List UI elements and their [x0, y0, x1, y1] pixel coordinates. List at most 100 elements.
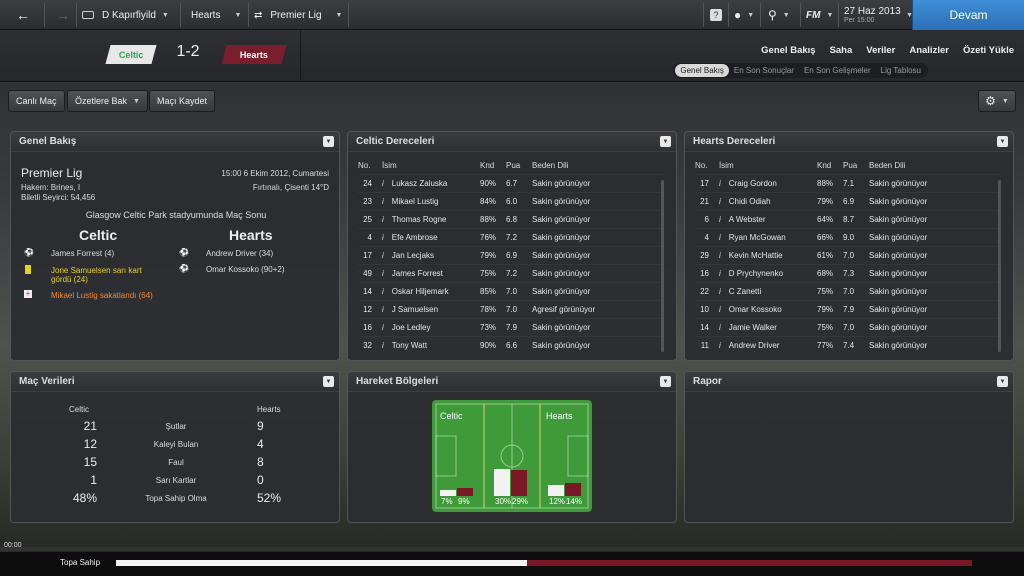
date-display[interactable]: 27 Haz 2013 Per 15:00 — [844, 0, 901, 30]
breadcrumb-competition[interactable]: ⇄ Premier Lig ▼ — [254, 0, 342, 30]
info-icon[interactable]: i — [719, 323, 721, 332]
nav-overview[interactable]: Genel Bakış — [761, 45, 815, 56]
breadcrumb-club[interactable]: D Kapırfiyild ▼ — [82, 0, 169, 30]
chevron-down-icon: ▼ — [1001, 97, 1009, 105]
table-row[interactable]: 32 i Tony Watt 90% 6.6 Sakin görünüyor — [358, 335, 664, 354]
info-icon[interactable]: i — [382, 269, 384, 278]
swap-icon: ⇄ — [254, 9, 263, 21]
info-icon[interactable]: i — [719, 233, 721, 242]
home-team-badge[interactable]: Celtic — [105, 45, 157, 64]
panel-menu-chevron-icon[interactable]: ▼ — [997, 136, 1008, 147]
table-row[interactable]: 25 i Thomas Rogne 88% 6.8 Sakin görünüyor — [358, 209, 664, 228]
table-row[interactable]: 23 i Mikael Lustig 84% 6.0 Sakin görünüyor — [358, 191, 664, 210]
info-icon[interactable]: i — [382, 251, 384, 260]
stat-home-value: 48% — [72, 491, 97, 505]
player-rating: 8.7 — [843, 209, 869, 228]
info-icon[interactable]: i — [719, 341, 721, 350]
subtab-latest-news[interactable]: En Son Gelişmeler — [799, 64, 876, 77]
info-icon[interactable]: i — [382, 323, 384, 332]
scrollbar[interactable] — [661, 180, 664, 352]
table-row[interactable]: 21 i Chidi Odiah 79% 6.9 Sakin görünüyor — [695, 191, 1001, 210]
table-row[interactable]: 22 i C Zanetti 75% 7.0 Sakin görünüyor — [695, 281, 1001, 300]
divider — [76, 3, 77, 27]
player-rating: 7.0 — [843, 317, 869, 336]
live-match-button[interactable]: Canlı Maç — [8, 90, 65, 112]
info-icon[interactable]: i — [719, 197, 721, 206]
info-icon[interactable]: i — [382, 287, 384, 296]
info-icon[interactable]: i — [719, 287, 721, 296]
subtab-latest-results[interactable]: En Son Sonuçlar — [729, 64, 799, 77]
player-rating: 6.9 — [506, 245, 532, 264]
possession-bar-home-fill — [116, 560, 527, 566]
info-icon[interactable]: i — [382, 305, 384, 314]
nav-analysis[interactable]: Analizler — [909, 45, 949, 56]
back-arrow-icon[interactable]: ← — [10, 0, 36, 30]
player-name: i D Prychynenko — [719, 263, 817, 282]
settings-button[interactable]: ⚙ ▼ — [978, 90, 1016, 112]
player-name-label: Omar Kossoko — [728, 304, 782, 314]
heatmap-away-team: Hearts — [546, 411, 573, 421]
table-row[interactable]: 17 i Jan Lecjaks 79% 6.9 Sakin görünüyor — [358, 245, 664, 264]
info-icon[interactable]: i — [382, 197, 384, 206]
continue-button[interactable]: Devam — [912, 0, 1024, 30]
info-icon[interactable]: i — [382, 341, 384, 350]
save-match-button[interactable]: Maçı Kaydet — [149, 90, 216, 112]
player-condition: 85% — [480, 281, 506, 300]
table-row[interactable]: 4 i Ryan McGowan 66% 9.0 Sakin görünüyor — [695, 227, 1001, 246]
table-row[interactable]: 24 i Lukasz Zaluska 90% 6.7 Sakin görünüyor — [358, 173, 664, 192]
info-icon[interactable]: i — [719, 305, 721, 314]
table-row[interactable]: 11 i Andrew Driver 77% 7.4 Sakin görünüyor — [695, 335, 1001, 354]
player-condition: 64% — [817, 209, 843, 228]
table-row[interactable]: 14 i Jamie Walker 75% 7.0 Sakin görünüyor — [695, 317, 1001, 336]
search-icon[interactable]: ⚲ ▼ — [768, 0, 790, 30]
match-timeline[interactable] — [0, 547, 1024, 551]
panel-menu-chevron-icon[interactable]: ▼ — [997, 376, 1008, 387]
player-name: i Oskar Hiljemark — [382, 281, 480, 300]
date-chevron-down-icon[interactable]: ▼ — [900, 0, 913, 30]
col-header: Beden Dili — [869, 161, 906, 171]
info-icon[interactable]: i — [382, 179, 384, 188]
table-row[interactable]: 16 i D Prychynenko 68% 7.3 Sakin görünüyor — [695, 263, 1001, 282]
player-number: 29 — [695, 245, 719, 264]
table-row[interactable]: 14 i Oskar Hiljemark 85% 7.0 Sakin görünüyor — [358, 281, 664, 300]
info-icon[interactable]: i — [719, 269, 721, 278]
panel-menu-chevron-icon[interactable]: ▼ — [323, 376, 334, 387]
player-number: 21 — [695, 191, 719, 210]
player-name: i Jan Lecjaks — [382, 245, 480, 264]
nav-stats[interactable]: Veriler — [866, 45, 895, 56]
table-row[interactable]: 4 i Efe Ambrose 76% 7.2 Sakin görünüyor — [358, 227, 664, 246]
breadcrumb-team[interactable]: Hearts ▼ — [191, 0, 241, 30]
info-icon[interactable]: i — [719, 179, 721, 188]
highlights-button[interactable]: Özetlere Bak ▼ — [67, 90, 148, 112]
table-row[interactable]: 49 i James Forrest 75% 7.2 Sakin görünüyor — [358, 263, 664, 282]
table-row[interactable]: 10 i Omar Kossoko 79% 7.9 Sakin görünüyor — [695, 299, 1001, 318]
panel-menu-chevron-icon[interactable]: ▼ — [323, 136, 334, 147]
bus-icon — [82, 11, 94, 19]
chevron-down-icon: ▼ — [335, 11, 343, 19]
away-team-badge[interactable]: Hearts — [221, 45, 287, 64]
globe-icon[interactable]: ● ▼ — [734, 0, 754, 30]
table-row[interactable]: 29 i Kevin McHattie 61% 7.0 Sakin görünüyor — [695, 245, 1001, 264]
player-number: 32 — [358, 335, 382, 354]
subtab-league-table[interactable]: Lig Tablosu — [876, 64, 926, 77]
fm-menu[interactable]: FM ▼ — [806, 0, 833, 30]
nav-load-highlights[interactable]: Özeti Yükle — [963, 45, 1014, 56]
table-row[interactable]: 17 i Craig Gordon 88% 7.1 Sakin görünüyor — [695, 173, 1001, 192]
table-row[interactable]: 12 i J Samuelsen 78% 7.0 Agresif görünüyor — [358, 299, 664, 318]
subtab-overview[interactable]: Genel Bakış — [675, 64, 729, 77]
info-icon[interactable]: i — [382, 215, 384, 224]
info-icon[interactable]: i — [382, 233, 384, 242]
match-score: 1-2 — [176, 43, 200, 60]
table-row[interactable]: 6i A Webster 64% 8.7 Sakin görünüyor — [695, 209, 1001, 228]
player-name-label: Jamie Walker — [728, 322, 777, 332]
panel-menu-chevron-icon[interactable]: ▼ — [660, 376, 671, 387]
info-icon[interactable]: i — [719, 251, 721, 260]
forward-arrow-icon[interactable]: → — [52, 0, 74, 30]
stat-away-value: 52% — [257, 491, 282, 505]
info-icon[interactable]: i — [719, 215, 721, 224]
scrollbar[interactable] — [998, 180, 1001, 352]
nav-pitch[interactable]: Saha — [830, 45, 853, 56]
table-row[interactable]: 16 i Joe Ledley 73% 7.9 Sakin görünüyor — [358, 317, 664, 336]
panel-menu-chevron-icon[interactable]: ▼ — [660, 136, 671, 147]
help-icon[interactable]: ? — [710, 0, 722, 30]
